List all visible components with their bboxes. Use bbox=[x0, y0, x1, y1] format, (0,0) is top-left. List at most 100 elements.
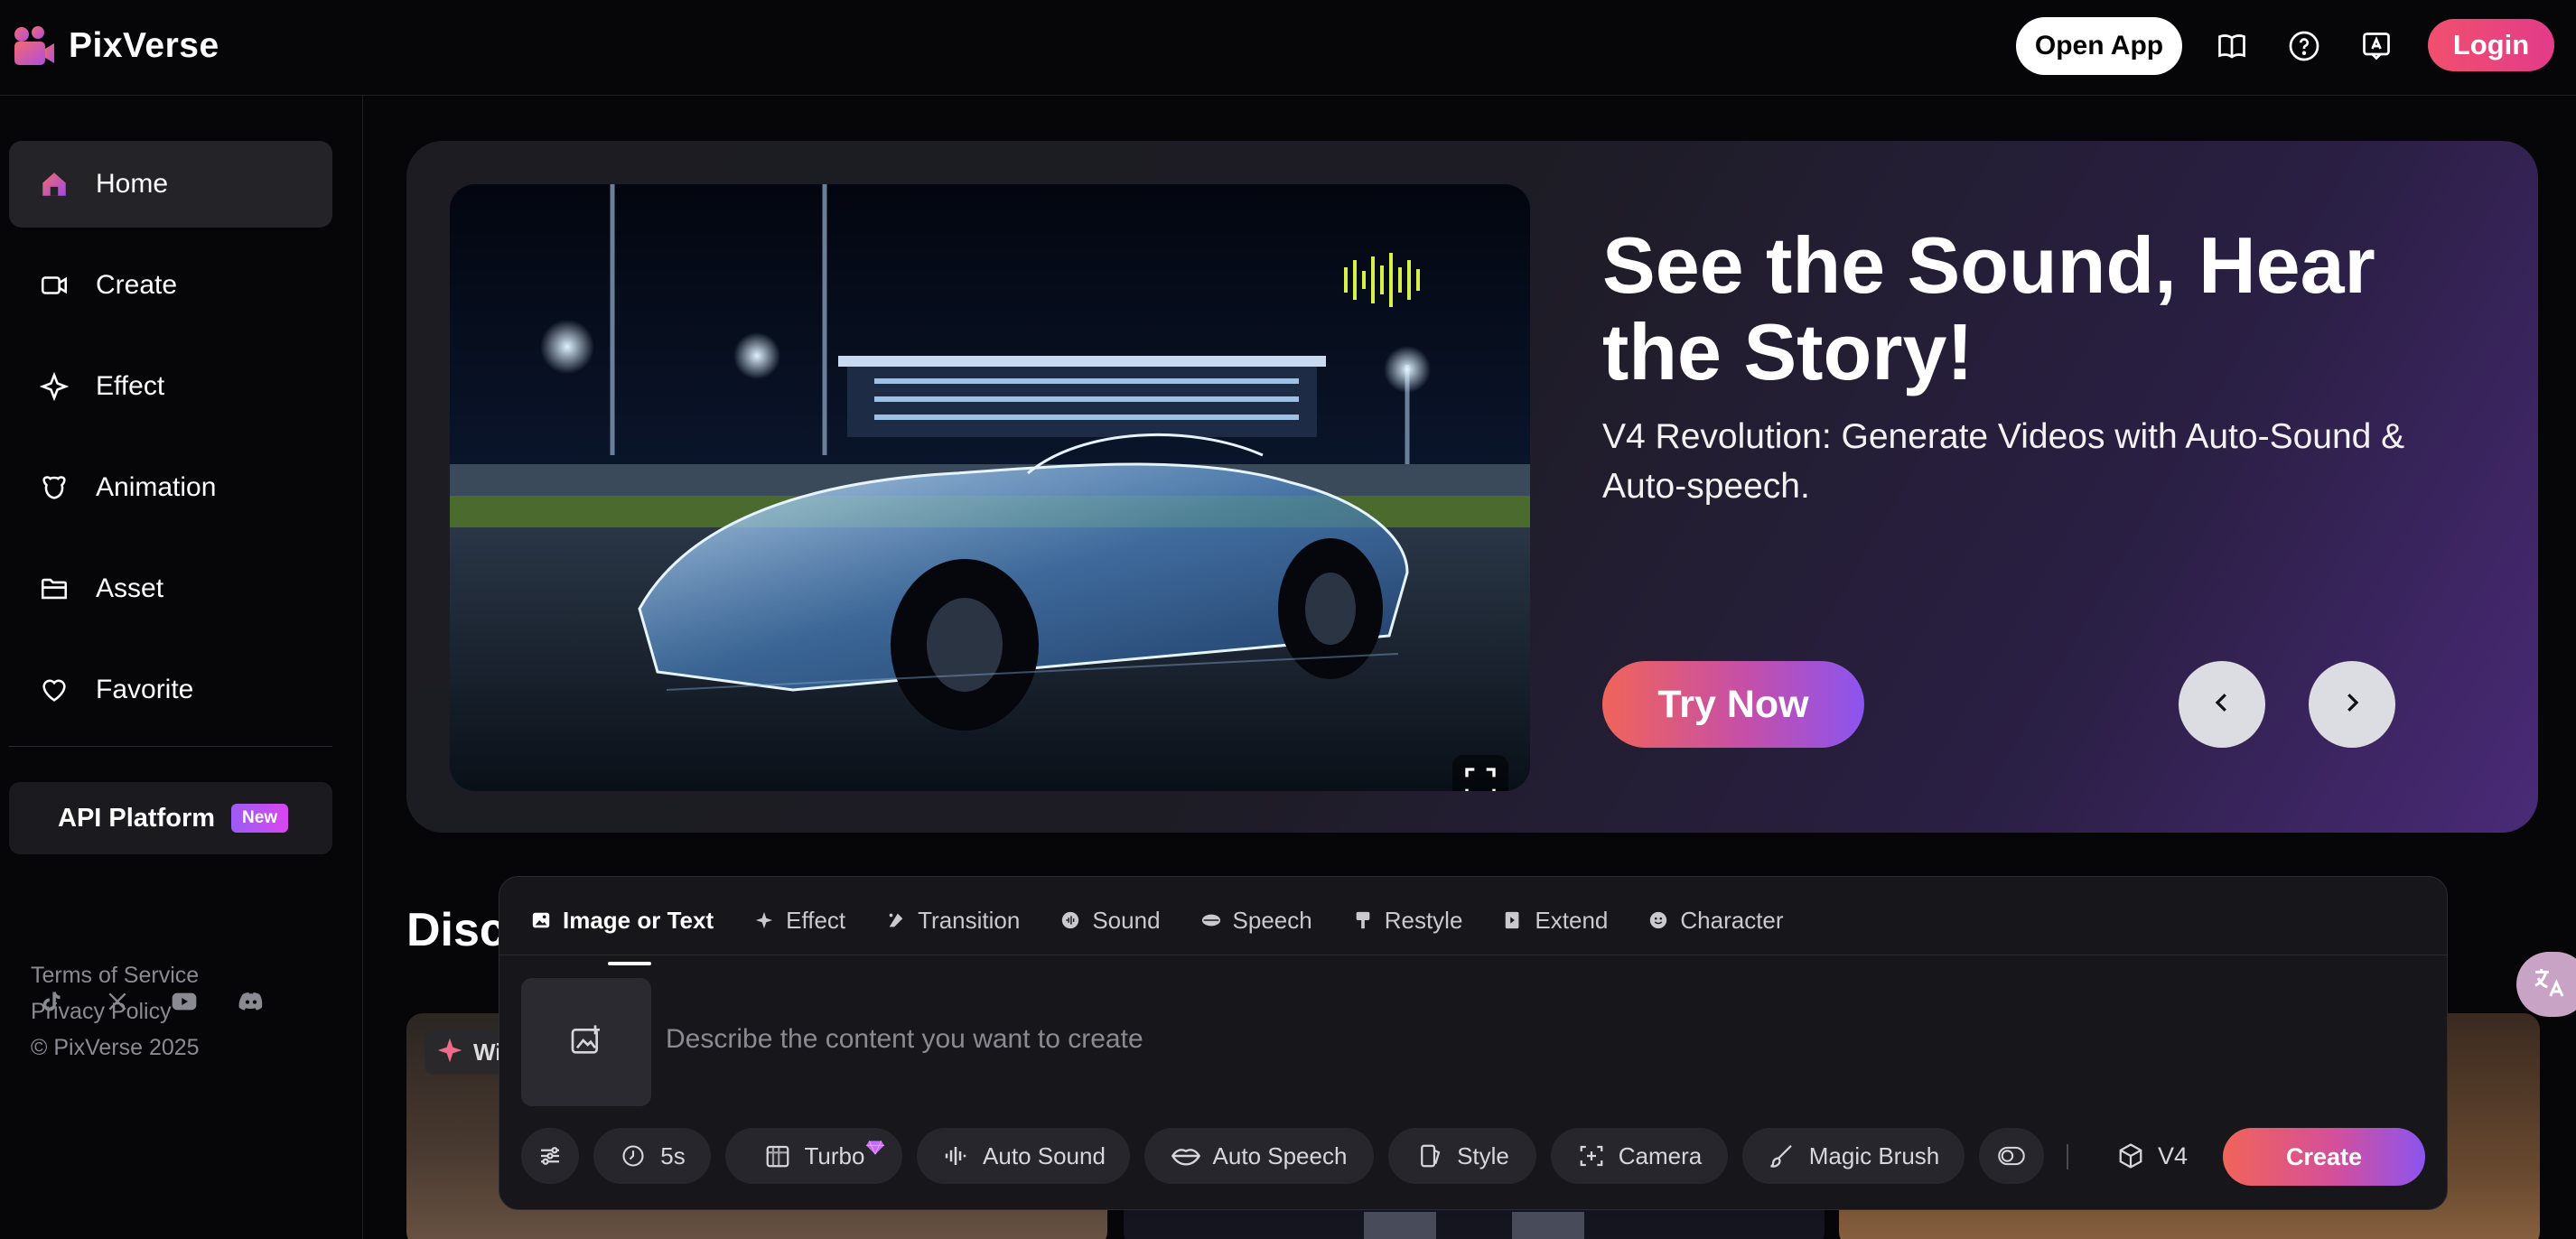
copyright-text: © PixVerse 2025 bbox=[31, 1035, 200, 1060]
hero-title: See the Sound, Hear the Story! bbox=[1602, 220, 2375, 396]
model-label: V4 bbox=[2158, 1141, 2189, 1169]
style-label: Style bbox=[1457, 1141, 1509, 1169]
sidebar-item-home[interactable]: Home bbox=[9, 141, 332, 228]
chevron-left-icon bbox=[2208, 689, 2235, 721]
terms-link[interactable]: Terms of Service bbox=[31, 963, 199, 989]
pixverse-logo-icon bbox=[11, 23, 56, 69]
youtube-icon[interactable] bbox=[168, 985, 201, 1018]
waveform-icon bbox=[941, 1141, 970, 1170]
folder-icon bbox=[36, 571, 72, 607]
sidebar-item-asset[interactable]: Asset bbox=[9, 545, 332, 632]
sidebar-item-label: Asset bbox=[96, 573, 164, 603]
sidebar-item-label: Animation bbox=[96, 472, 217, 502]
style-icon bbox=[1415, 1141, 1444, 1170]
toolbar-divider bbox=[2067, 1144, 2068, 1169]
discord-icon[interactable] bbox=[235, 985, 267, 1018]
duration-button[interactable]: 5s bbox=[593, 1128, 711, 1184]
toggle-icon bbox=[1997, 1141, 2026, 1170]
sidebar-item-label: Favorite bbox=[96, 675, 194, 704]
sidebar-item-label: Create bbox=[96, 270, 178, 300]
tab-transition[interactable]: Transition bbox=[885, 902, 1020, 938]
sound-icon bbox=[1059, 909, 1081, 931]
api-platform-button[interactable]: API Platform New bbox=[9, 782, 332, 854]
home-icon bbox=[36, 166, 72, 202]
tab-label: Character bbox=[1680, 906, 1784, 934]
auto-sound-label: Auto Sound bbox=[983, 1141, 1106, 1169]
magic-brush-icon bbox=[1768, 1141, 1797, 1170]
extend-icon bbox=[1502, 909, 1524, 931]
discover-heading: Disc bbox=[406, 904, 506, 956]
hero-banner: See the Sound, Hear the Story! V4 Revolu… bbox=[406, 141, 2538, 833]
animation-icon bbox=[36, 470, 72, 506]
tab-label: Restyle bbox=[1384, 906, 1463, 934]
tab-label: Effect bbox=[786, 906, 846, 934]
more-options-button[interactable] bbox=[1979, 1128, 2044, 1184]
turbo-button[interactable]: Turbo bbox=[725, 1128, 902, 1184]
auto-speech-button[interactable]: Auto Speech bbox=[1144, 1128, 1374, 1184]
heart-icon bbox=[36, 672, 72, 708]
speech-icon bbox=[1200, 909, 1222, 931]
book-icon[interactable] bbox=[2211, 25, 2253, 67]
sliders-icon bbox=[536, 1141, 565, 1170]
lips-icon bbox=[1171, 1141, 1200, 1170]
transition-icon bbox=[885, 909, 907, 931]
camera-label: Camera bbox=[1618, 1141, 1703, 1169]
add-image-icon bbox=[568, 1022, 604, 1063]
clock-icon bbox=[619, 1141, 648, 1170]
settings-button[interactable] bbox=[521, 1128, 579, 1184]
privacy-link[interactable]: Privacy Policy bbox=[31, 999, 172, 1025]
tab-speech[interactable]: Speech bbox=[1200, 902, 1312, 938]
sidebar: Home Create Effect Animation Asset Favor… bbox=[0, 96, 363, 1239]
create-composer: Image or Text Effect Transition Sound Sp… bbox=[499, 876, 2448, 1210]
tab-extend[interactable]: Extend bbox=[1502, 902, 1608, 938]
sidebar-item-create[interactable]: Create bbox=[9, 242, 332, 329]
carousel-next-button[interactable] bbox=[2309, 661, 2395, 748]
sidebar-item-label: Effect bbox=[96, 371, 165, 401]
api-platform-label: API Platform bbox=[58, 803, 216, 833]
login-button[interactable]: Login bbox=[2428, 19, 2554, 71]
style-button[interactable]: Style bbox=[1388, 1128, 1536, 1184]
model-selector[interactable]: V4 bbox=[2116, 1128, 2188, 1184]
turbo-icon bbox=[763, 1141, 792, 1170]
card-art bbox=[1512, 1212, 1584, 1239]
tab-effect[interactable]: Effect bbox=[753, 902, 845, 938]
image-icon bbox=[530, 909, 552, 931]
feedback-icon[interactable] bbox=[2356, 25, 2397, 67]
translate-button[interactable] bbox=[2516, 952, 2576, 1017]
logo[interactable]: PixVerse bbox=[11, 23, 219, 69]
magic-brush-button[interactable]: Magic Brush bbox=[1742, 1128, 1965, 1184]
help-icon[interactable] bbox=[2283, 25, 2325, 67]
auto-sound-button[interactable]: Auto Sound bbox=[917, 1128, 1130, 1184]
card-art bbox=[1364, 1212, 1436, 1239]
carousel-prev-button[interactable] bbox=[2179, 661, 2265, 748]
new-badge: New bbox=[231, 804, 289, 833]
image-upload-button[interactable] bbox=[521, 978, 651, 1106]
tab-label: Image or Text bbox=[563, 906, 714, 934]
tab-label: Sound bbox=[1092, 906, 1161, 934]
sparkle-icon bbox=[36, 368, 72, 405]
tab-character[interactable]: Character bbox=[1647, 902, 1784, 938]
camera-focus-icon bbox=[1577, 1141, 1606, 1170]
prompt-input[interactable] bbox=[666, 1012, 2291, 1067]
sidebar-item-animation[interactable]: Animation bbox=[9, 444, 332, 531]
sidebar-item-label: Home bbox=[96, 169, 169, 199]
translate-icon bbox=[2531, 964, 2567, 1005]
create-button[interactable]: Create bbox=[2223, 1128, 2425, 1186]
video-camera-icon bbox=[36, 267, 72, 303]
tab-image-or-text[interactable]: Image or Text bbox=[530, 902, 714, 965]
try-now-button[interactable]: Try Now bbox=[1602, 661, 1864, 748]
sparkle-icon bbox=[753, 909, 775, 931]
chevron-right-icon bbox=[2338, 689, 2366, 721]
fullscreen-icon[interactable] bbox=[1452, 755, 1508, 791]
tab-sound[interactable]: Sound bbox=[1059, 902, 1161, 938]
open-app-button[interactable]: Open App bbox=[2016, 17, 2182, 75]
sidebar-item-favorite[interactable]: Favorite bbox=[9, 647, 332, 733]
tab-label: Speech bbox=[1232, 906, 1312, 934]
tab-restyle[interactable]: Restyle bbox=[1352, 902, 1463, 938]
camera-button[interactable]: Camera bbox=[1551, 1128, 1728, 1184]
hero-video-thumbnail[interactable] bbox=[450, 184, 1530, 791]
tab-label: Extend bbox=[1535, 906, 1609, 934]
hero-subtitle: V4 Revolution: Generate Videos with Auto… bbox=[1602, 417, 2405, 506]
sidebar-item-effect[interactable]: Effect bbox=[9, 343, 332, 430]
sparkle-icon bbox=[435, 1036, 464, 1069]
